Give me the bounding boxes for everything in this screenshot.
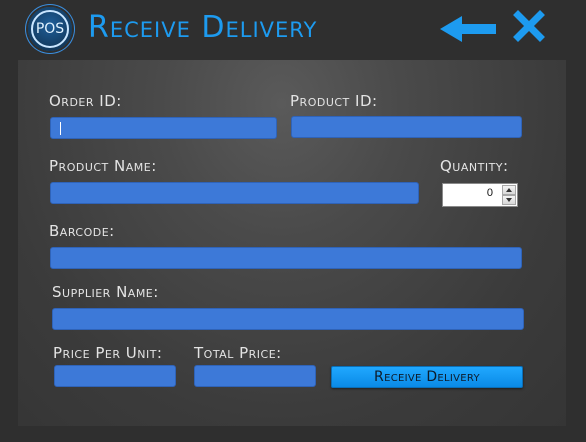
quantity-value: 0: [486, 187, 493, 199]
total-price-input[interactable]: [194, 365, 316, 387]
quantity-stepper[interactable]: 0: [442, 183, 518, 207]
supplier-name-input[interactable]: [52, 308, 524, 330]
window-title: Receive Delivery: [88, 10, 318, 45]
chevron-up-icon: [506, 188, 512, 192]
total-price-label: Total Price:: [194, 344, 282, 362]
order-id-input[interactable]: [50, 117, 277, 139]
back-button[interactable]: [440, 14, 498, 44]
text-caret: [60, 122, 61, 135]
close-x-icon: [513, 10, 545, 42]
quantity-increment-button[interactable]: [502, 185, 516, 195]
form-panel: Order ID: Product ID: Product Name: Quan…: [18, 60, 566, 426]
receive-delivery-button[interactable]: Receive Delivery: [331, 366, 523, 388]
price-per-unit-input[interactable]: [54, 365, 176, 387]
arrow-left-icon: [440, 16, 496, 42]
price-per-unit-label: Price Per Unit:: [53, 344, 163, 362]
barcode-input[interactable]: [50, 247, 522, 269]
barcode-label: Barcode:: [49, 222, 115, 240]
pos-logo-ring: POS: [31, 10, 69, 48]
pos-logo: POS: [28, 7, 72, 51]
product-name-input[interactable]: [50, 182, 419, 204]
quantity-label: Quantity:: [440, 157, 509, 175]
product-name-label: Product Name:: [49, 157, 157, 175]
quantity-decrement-button[interactable]: [502, 195, 516, 205]
pos-logo-text: POS: [35, 21, 65, 37]
order-id-label: Order ID:: [49, 92, 122, 110]
close-button[interactable]: [513, 10, 545, 42]
chevron-down-icon: [506, 198, 512, 202]
supplier-name-label: Supplier Name:: [52, 283, 159, 301]
receive-delivery-window: POS Receive Delivery Order ID: Product I…: [0, 0, 586, 442]
product-id-input[interactable]: [291, 116, 522, 138]
product-id-label: Product ID:: [290, 92, 378, 110]
